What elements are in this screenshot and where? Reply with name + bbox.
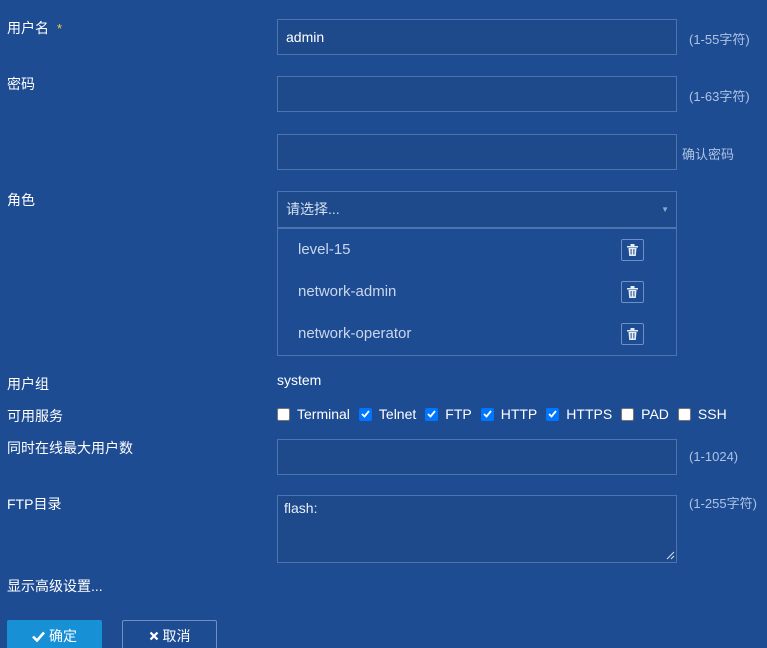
cancel-button[interactable]: 取消 (122, 620, 217, 648)
chevron-down-icon: ▼ (661, 205, 669, 214)
username-label: 用户名 * (7, 20, 63, 36)
ssh-checkbox[interactable] (677, 407, 691, 421)
telnet-label: Telnet (378, 406, 417, 422)
ftp-checkbox[interactable] (425, 407, 439, 421)
close-icon (149, 631, 158, 641)
show-advanced-link[interactable]: 显示高级设置... (7, 576, 103, 596)
role-label: 角色 (7, 192, 35, 208)
delete-role-level-15-button[interactable] (621, 239, 644, 261)
check-icon (32, 631, 45, 642)
terminal-label: Terminal (297, 406, 350, 422)
check-icon (427, 410, 436, 418)
ftp-label: FTP (445, 406, 472, 422)
http-label: HTTP (500, 406, 538, 422)
confirm-button-label: 确定 (49, 628, 77, 644)
http-checkbox[interactable] (480, 407, 494, 421)
role-select-placeholder: 请选择... (286, 201, 340, 217)
trash-icon (627, 328, 638, 340)
confirm-password-input[interactable] (277, 134, 677, 170)
role-select[interactable]: 请选择... ▼ (277, 191, 677, 228)
services-group: Terminal Telnet FTP HTTP HTTPS PAD SSH (277, 405, 736, 423)
selected-roles-list: level-15 network-admin network-operator (277, 228, 677, 356)
check-icon (483, 410, 492, 418)
https-checkbox[interactable] (546, 407, 560, 421)
role-item: network-operator (298, 325, 412, 342)
cancel-button-label: 取消 (162, 628, 191, 644)
confirm-button[interactable]: 确定 (7, 620, 102, 648)
password-hint: (1-63字符) (689, 89, 750, 104)
trash-icon (627, 244, 638, 256)
max-online-input[interactable] (277, 439, 677, 475)
telnet-checkbox[interactable] (358, 407, 372, 421)
confirm-password-hint: 确认密码 (682, 147, 735, 162)
max-online-hint: (1-1024) (689, 449, 739, 464)
ssh-label: SSH (697, 406, 727, 422)
https-label: HTTPS (566, 406, 613, 422)
role-item: network-admin (298, 283, 397, 300)
delete-role-network-operator-button[interactable] (621, 323, 644, 345)
ftp-dir-label: FTP目录 (7, 496, 62, 512)
ftp-dir-hint: (1-255字符) (689, 496, 757, 511)
trash-icon (627, 286, 638, 298)
services-label: 可用服务 (7, 408, 63, 424)
pad-label: PAD (641, 406, 669, 422)
pad-checkbox[interactable] (621, 407, 635, 421)
terminal-checkbox[interactable] (277, 407, 290, 421)
resize-grip-icon[interactable] (666, 551, 675, 560)
password-label: 密码 (7, 76, 35, 92)
required-mark: * (57, 21, 63, 36)
role-item: level-15 (298, 241, 351, 258)
password-input[interactable] (277, 76, 677, 112)
user-group-label: 用户组 (7, 376, 49, 392)
ftp-dir-textarea[interactable]: flash: (277, 495, 677, 563)
max-online-label: 同时在线最大用户数 (7, 440, 133, 456)
delete-role-network-admin-button[interactable] (621, 281, 644, 303)
user-group-value: system (277, 372, 322, 388)
check-icon (548, 410, 557, 418)
username-input[interactable] (277, 19, 677, 55)
check-icon (361, 410, 370, 418)
username-hint: (1-55字符) (689, 32, 750, 47)
